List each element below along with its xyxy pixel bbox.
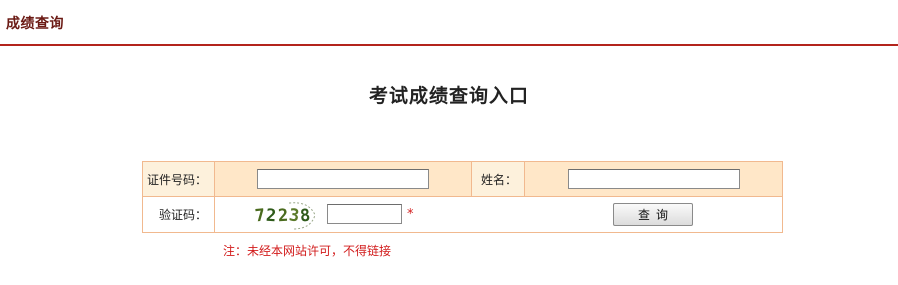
id-number-cell: [214, 161, 472, 197]
top-bar: 成绩查询: [0, 0, 898, 46]
link-notice: 注：未经本网站许可，不得链接: [223, 244, 392, 258]
name-cell: [524, 161, 783, 197]
name-label: 姓名：: [471, 161, 525, 197]
query-button[interactable]: 查询: [613, 203, 693, 226]
form-row-captcha: 验证码： 72238 * 查询: [142, 196, 783, 233]
captcha-label: 验证码：: [142, 196, 215, 233]
section-title: 成绩查询: [6, 16, 64, 32]
page-title: 考试成绩查询入口: [368, 85, 529, 107]
id-number-label: 证件号码：: [142, 161, 215, 197]
captcha-char: 8: [299, 205, 313, 227]
required-mark: *: [407, 207, 414, 222]
captcha-cell: 72238 * 查询: [214, 196, 783, 233]
form-row-identity: 证件号码： 姓名：: [142, 161, 783, 197]
name-input[interactable]: [567, 169, 740, 189]
score-query-form: 证件号码： 姓名： 验证码： 72238 * 查询: [142, 161, 783, 233]
captcha-char: 2: [265, 205, 279, 227]
id-number-input[interactable]: [257, 169, 429, 189]
captcha-image[interactable]: 72238: [254, 203, 321, 229]
captcha-input[interactable]: [327, 204, 402, 224]
